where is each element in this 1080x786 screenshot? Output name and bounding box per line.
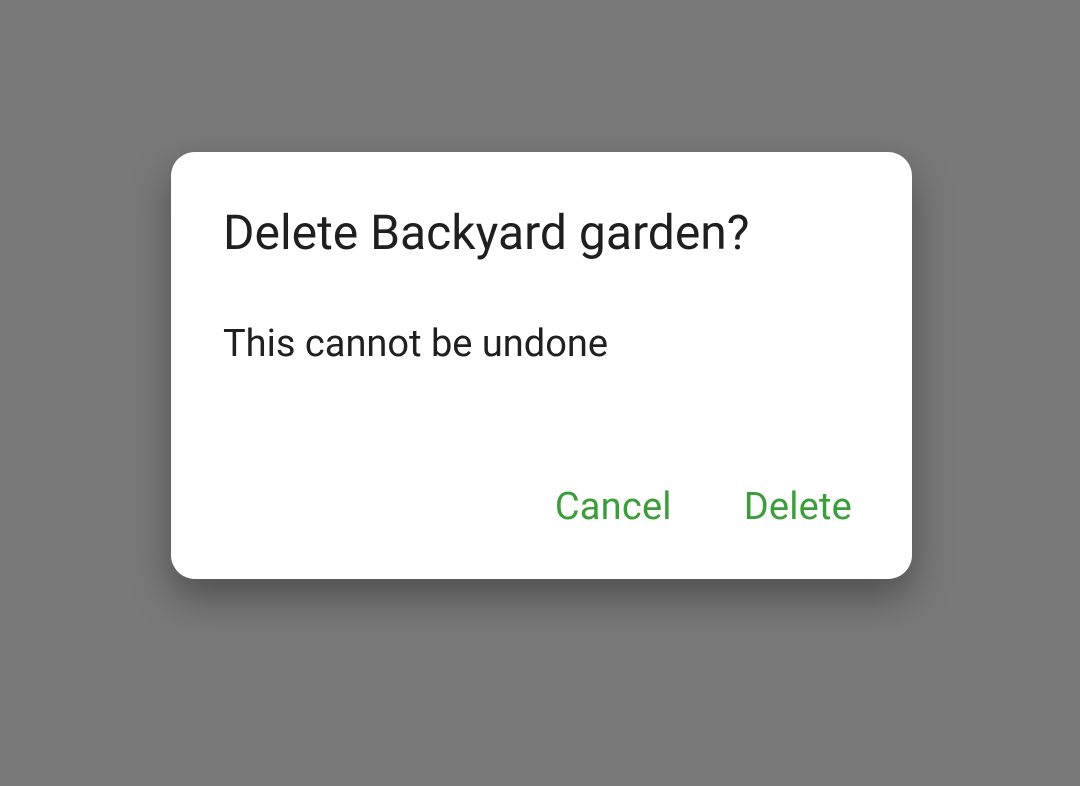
dialog-actions: Cancel Delete (223, 479, 860, 543)
dialog-message: This cannot be undone (223, 320, 860, 369)
cancel-button[interactable]: Cancel (551, 479, 676, 535)
dialog-title: Delete Backyard garden? (223, 204, 860, 262)
delete-button[interactable]: Delete (740, 479, 856, 535)
confirm-delete-dialog: Delete Backyard garden? This cannot be u… (171, 152, 912, 579)
